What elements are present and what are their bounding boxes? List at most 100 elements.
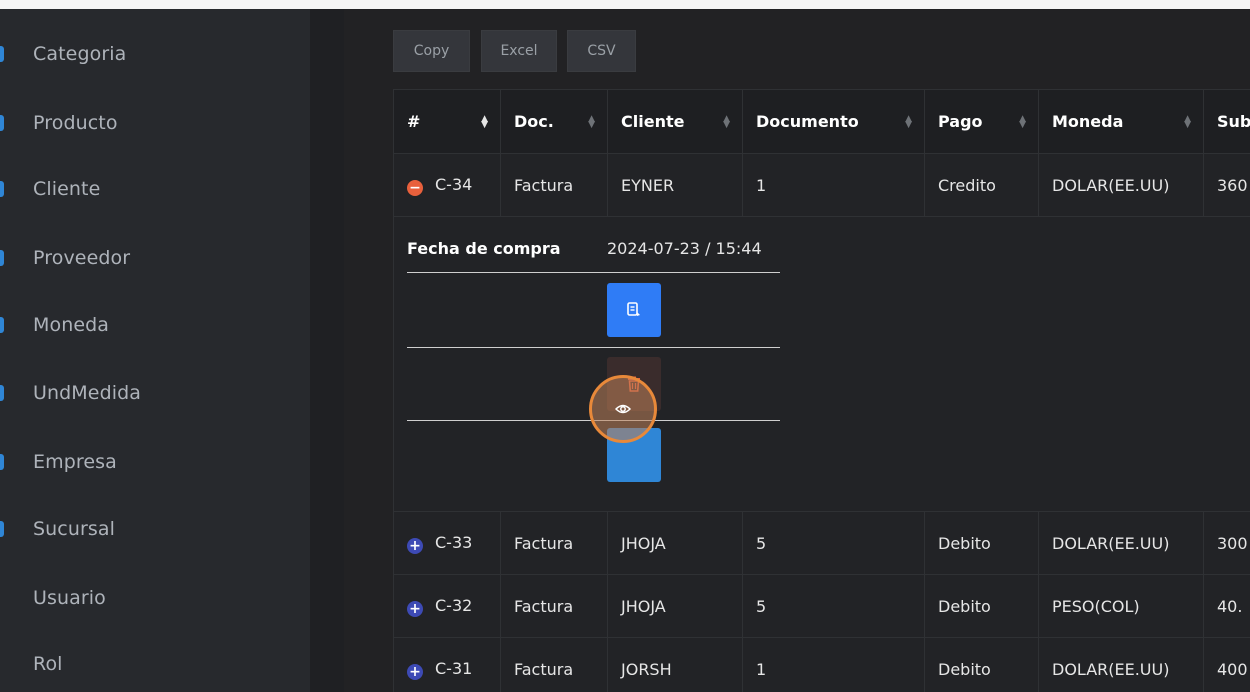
nav-bullet-icon [0, 181, 4, 197]
header-label: Sub [1217, 112, 1250, 131]
sidebar-item-label: Producto [33, 112, 118, 134]
sidebar-item-usuario[interactable]: Usuario [0, 573, 310, 623]
row-detail: Fecha de compra 2024-07-23 / 15:44 [393, 216, 1250, 512]
sidebar-item-rol[interactable]: Rol [0, 639, 310, 689]
sidebar-item-label: Usuario [33, 587, 106, 609]
sidebar-item-label: Categoria [33, 43, 127, 65]
sidebar-item-empresa[interactable]: Empresa [0, 437, 310, 487]
documento-cell: 1 [742, 153, 925, 217]
table-header-row: # ▲ ▼ Doc. ▲ ▼ Cliente ▲ ▼ Documento ▲ ▼ Pago ▲ ▼ … [393, 89, 1250, 154]
copy-button[interactable]: Copy [393, 30, 470, 72]
detail-row-edit [407, 273, 780, 348]
sidebar-item-proveedor[interactable]: Proveedor [0, 233, 310, 283]
column-header-number[interactable]: # ▲ ▼ [393, 89, 501, 154]
doc-cell: Factura [500, 153, 608, 217]
sidebar-item-categoria[interactable]: Categoria [0, 29, 310, 79]
sidebar-item-label: Proveedor [33, 247, 131, 269]
sidebar-item-label: UndMedida [33, 382, 142, 404]
nav-bullet-icon [0, 385, 4, 401]
header-label: Pago [938, 112, 983, 131]
expand-icon[interactable]: + [407, 663, 423, 680]
subtotal-cell: 400 [1203, 637, 1250, 692]
eye-icon [615, 404, 631, 414]
nav-bullet-icon [0, 454, 4, 470]
documento-cell: 1 [742, 637, 925, 692]
sidebar-item-label: Empresa [33, 451, 117, 473]
row-id: C-34 [435, 174, 473, 194]
header-label: Doc. [514, 112, 554, 131]
subtotal-cell: 360 [1203, 153, 1250, 217]
subtotal-cell: 40. [1203, 574, 1250, 638]
cliente-cell: JHOJA [607, 511, 743, 575]
nav-bullet-icon [0, 250, 4, 266]
pago-cell: Credito [924, 153, 1039, 217]
cliente-cell: EYNER [607, 153, 743, 217]
doc-cell: Factura [500, 574, 608, 638]
sidebar-item-label: Moneda [33, 314, 110, 336]
sidebar-item-sucursal[interactable]: Sucursal [0, 504, 310, 554]
sidebar-item-undmedida[interactable]: UndMedida [0, 368, 310, 418]
table-row: − C-34 Factura EYNER 1 Credito DOLAR(EE.U… [393, 153, 1250, 217]
sidebar-item-cliente[interactable]: Cliente [0, 164, 310, 214]
header-label: Cliente [621, 112, 685, 131]
header-label: # [407, 112, 421, 131]
column-header-pago[interactable]: Pago ▲ ▼ [924, 89, 1039, 154]
column-header-documento[interactable]: Documento ▲ ▼ [742, 89, 925, 154]
moneda-cell: DOLAR(EE.UU) [1038, 637, 1204, 692]
table-row: + C-33 Factura JHOJA 5 Debito DOLAR(EE.UU… [393, 511, 1250, 575]
moneda-cell: DOLAR(EE.UU) [1038, 153, 1204, 217]
pago-cell: Debito [924, 637, 1039, 692]
nav-bullet-icon [0, 521, 4, 537]
column-header-subtotal[interactable]: Sub [1203, 89, 1250, 154]
expand-icon[interactable]: + [407, 600, 423, 617]
collapse-icon[interactable]: − [407, 179, 423, 196]
app-frame: Categoria Producto Cliente Proveedor Mon… [0, 9, 1250, 692]
fecha-label: Fecha de compra [407, 239, 561, 258]
sidebar-item-label: Sucursal [33, 518, 116, 540]
detail-cell: Fecha de compra 2024-07-23 / 15:44 [393, 216, 1250, 512]
row-id-cell[interactable]: + C-33 [393, 511, 501, 575]
subtotal-cell: 300 [1203, 511, 1250, 575]
table-row: + C-31 Factura JORSH 1 Debito DOLAR(EE.UU… [393, 637, 1250, 692]
row-id-cell[interactable]: + C-31 [393, 637, 501, 692]
documento-cell: 5 [742, 574, 925, 638]
expand-icon[interactable]: + [407, 537, 423, 554]
sort-icon: ▲ ▼ [905, 114, 912, 130]
pago-cell: Debito [924, 574, 1039, 638]
sidebar-item-label: Rol [33, 653, 63, 675]
excel-button[interactable]: Excel [481, 30, 557, 72]
cliente-cell: JHOJA [607, 574, 743, 638]
column-header-cliente[interactable]: Cliente ▲ ▼ [607, 89, 743, 154]
sidebar-gutter [310, 9, 344, 692]
cliente-cell: JORSH [607, 637, 743, 692]
sort-icon: ▲ ▼ [723, 114, 730, 130]
csv-button[interactable]: CSV [567, 30, 636, 72]
row-id: C-33 [435, 532, 473, 552]
documento-cell: 5 [742, 511, 925, 575]
doc-cell: Factura [500, 511, 608, 575]
sort-icon: ▲ ▼ [1019, 114, 1026, 130]
header-label: Moneda [1052, 112, 1124, 131]
nav-bullet-icon [0, 115, 4, 131]
click-indicator [589, 375, 657, 443]
table-row: + C-32 Factura JHOJA 5 Debito PESO(COL) 4… [393, 574, 1250, 638]
row-id-cell[interactable]: + C-32 [393, 574, 501, 638]
column-header-moneda[interactable]: Moneda ▲ ▼ [1038, 89, 1204, 154]
detail-row-fecha: Fecha de compra 2024-07-23 / 15:44 [407, 218, 780, 273]
edit-button[interactable] [607, 283, 661, 337]
sort-icon: ▲ ▼ [481, 114, 488, 130]
sort-icon: ▲ ▼ [1184, 114, 1191, 130]
moneda-cell: PESO(COL) [1038, 574, 1204, 638]
sidebar-item-label: Cliente [33, 178, 101, 200]
row-id-cell[interactable]: − C-34 [393, 153, 501, 217]
sort-icon: ▲ ▼ [588, 114, 595, 130]
row-id: C-31 [435, 658, 473, 678]
sidebar-item-producto[interactable]: Producto [0, 98, 310, 148]
sidebar-item-moneda[interactable]: Moneda [0, 300, 310, 350]
detail-panel: Fecha de compra 2024-07-23 / 15:44 [407, 218, 780, 482]
document-edit-icon [627, 302, 640, 316]
moneda-cell: DOLAR(EE.UU) [1038, 511, 1204, 575]
purchases-table: # ▲ ▼ Doc. ▲ ▼ Cliente ▲ ▼ Documento ▲ ▼ Pago ▲ ▼ … [393, 89, 1250, 692]
column-header-doc[interactable]: Doc. ▲ ▼ [500, 89, 608, 154]
nav-bullet-icon [0, 46, 4, 62]
